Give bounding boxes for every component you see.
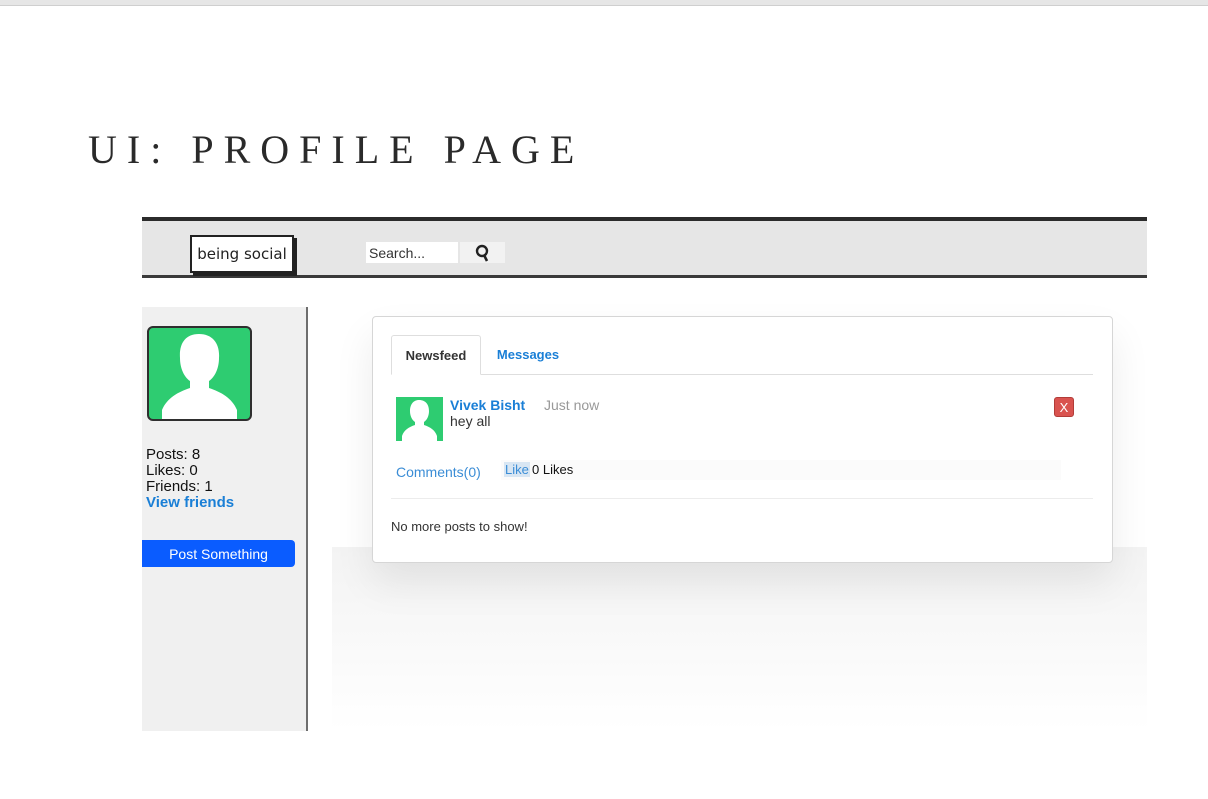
like-button[interactable]: Like (504, 462, 530, 477)
profile-sidebar: Posts: 8 Likes: 0 Friends: 1 View friend… (142, 307, 308, 731)
brand-logo[interactable]: being social (190, 235, 294, 273)
feed-panel: Newsfeed Messages Vivek Bisht Just now h… (372, 316, 1113, 563)
search-button[interactable] (460, 242, 505, 263)
no-more-posts: No more posts to show! (391, 519, 528, 534)
tab-newsfeed[interactable]: Newsfeed (391, 335, 481, 375)
likes-count: 0 Likes (532, 462, 574, 477)
comments-link[interactable]: Comments(0) (396, 464, 481, 480)
profile-page-screenshot: being social Posts: 8 Likes: 0 Friends: … (142, 217, 1147, 731)
posts-count: Posts: 8 (146, 446, 201, 463)
content-background (332, 547, 1147, 731)
navbar: being social (142, 217, 1147, 278)
delete-post-button[interactable]: X (1054, 397, 1074, 417)
tab-messages[interactable]: Messages (483, 335, 573, 374)
post-author-avatar[interactable] (396, 397, 443, 441)
post-actions-bar (501, 460, 1061, 480)
view-friends-link[interactable]: View friends (146, 494, 234, 511)
user-silhouette-icon (402, 400, 437, 441)
likes-count-stat: Likes: 0 (146, 462, 198, 479)
friends-count: Friends: 1 (146, 478, 213, 495)
post-timestamp: Just now (544, 397, 600, 413)
profile-avatar[interactable] (147, 326, 252, 421)
user-silhouette-icon (162, 334, 237, 419)
browser-top-bar (0, 0, 1208, 6)
search-input[interactable] (366, 242, 458, 263)
feed-tabs: Newsfeed Messages (391, 335, 1093, 375)
post-something-button[interactable]: Post Something (142, 540, 295, 567)
slide-title: UI: PROFILE PAGE (88, 127, 585, 172)
post-text: hey all (450, 413, 491, 429)
feed-divider (391, 498, 1093, 499)
post-author[interactable]: Vivek Bisht (450, 397, 525, 413)
profile-stats: Posts: 8 Likes: 0 Friends: 1 (146, 447, 213, 495)
search-icon (475, 244, 488, 262)
